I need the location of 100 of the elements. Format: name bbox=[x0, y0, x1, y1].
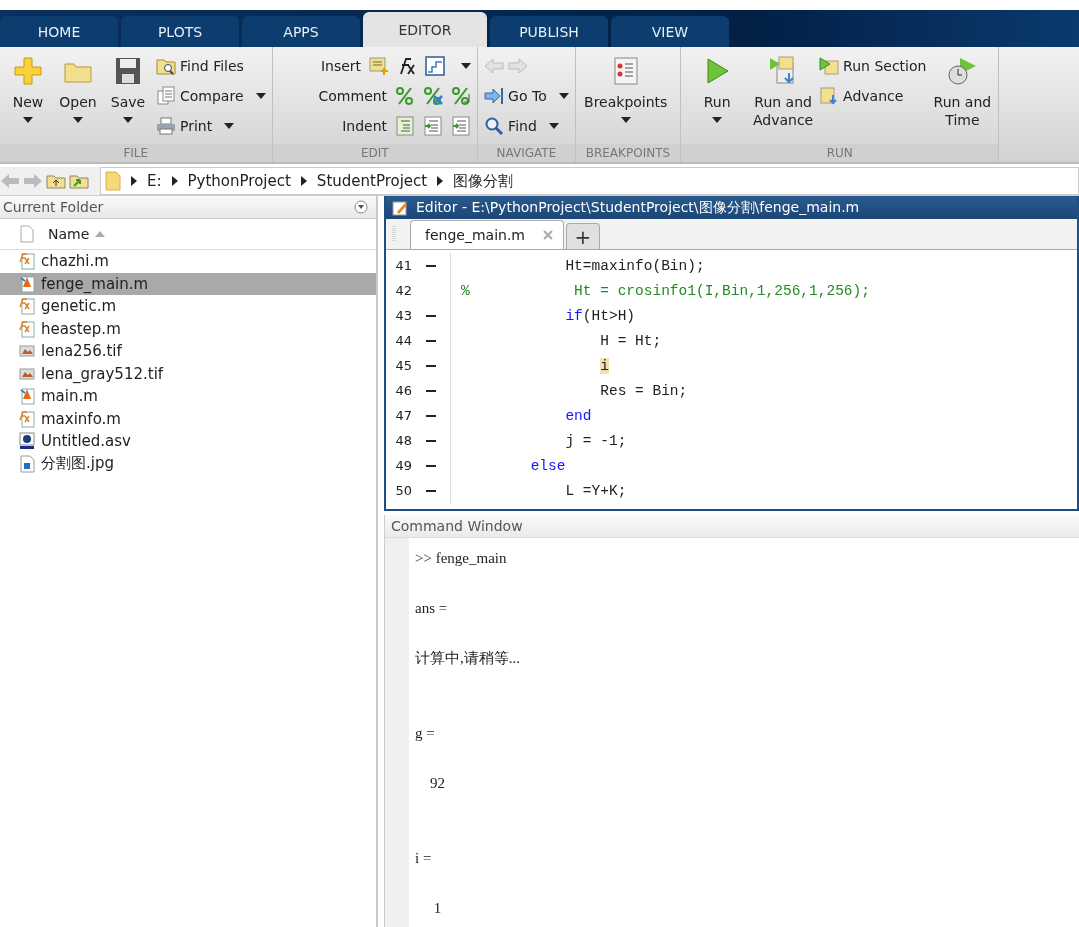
ribbon-button[interactable]: Print bbox=[156, 113, 266, 139]
ribbon-button[interactable]: Breakpoints bbox=[581, 51, 670, 123]
file-item[interactable]: fenge_main.m bbox=[0, 272, 376, 295]
chevron-icon bbox=[171, 176, 178, 186]
editor-title: Editor - E:\PythonProject\StudentProject\图像分割\fenge_main.m bbox=[416, 198, 860, 217]
panel-title: Command Window bbox=[385, 515, 1079, 538]
panel-menu-icon[interactable] bbox=[354, 200, 368, 214]
line-number: 48 bbox=[394, 433, 412, 448]
panel-title: Current Folder bbox=[3, 199, 104, 215]
printer-icon bbox=[156, 116, 176, 136]
ribbon-tab[interactable]: HOME bbox=[0, 16, 118, 47]
percent-icon[interactable] bbox=[395, 86, 416, 106]
arrow-to-bar-icon bbox=[484, 86, 505, 106]
command-line: >> fenge_main bbox=[415, 550, 507, 566]
percent-wrap-icon[interactable] bbox=[451, 86, 472, 106]
line-number: 45 bbox=[394, 358, 412, 373]
line-number: 43 bbox=[394, 308, 412, 323]
file-item[interactable]: 分割图.jpg bbox=[0, 452, 376, 475]
folder-icon bbox=[105, 171, 121, 191]
function-icon[interactable] bbox=[397, 56, 418, 76]
command-output: 92 bbox=[429, 775, 445, 791]
ribbon-label: Comment bbox=[318, 88, 388, 104]
address-bar[interactable]: E: PythonProject StudentProject 图像分割 bbox=[100, 167, 1079, 195]
line-number: 47 bbox=[394, 408, 412, 423]
indent-out-icon[interactable] bbox=[451, 116, 472, 136]
column-header[interactable]: Name bbox=[0, 219, 376, 250]
code-line: H = Ht; bbox=[599, 332, 662, 349]
line-number: 41 bbox=[394, 258, 412, 273]
file-item[interactable]: chazhi.m bbox=[0, 250, 376, 273]
file-tab[interactable]: fenge_main.m bbox=[410, 220, 564, 249]
ribbon-button[interactable]: Run and Advance bbox=[753, 51, 814, 129]
folder-browse-icon[interactable] bbox=[69, 173, 89, 189]
indent-icon[interactable] bbox=[395, 116, 416, 136]
forward-arrow-icon[interactable] bbox=[23, 173, 43, 189]
ribbon-button[interactable]: Find Files bbox=[156, 53, 266, 79]
ribbon-button[interactable]: Run Section bbox=[819, 53, 927, 79]
command-output: i = bbox=[415, 850, 432, 866]
ribbon-tab[interactable]: APPS bbox=[242, 16, 360, 47]
command-output: g = bbox=[415, 725, 435, 741]
ribbon-tab[interactable]: EDITOR bbox=[363, 12, 487, 47]
ribbon-tab[interactable]: PLOTS bbox=[121, 16, 239, 47]
script-file-icon bbox=[19, 274, 35, 293]
insert-section-icon[interactable] bbox=[369, 56, 390, 76]
line-number: 46 bbox=[394, 383, 412, 398]
forward-arrow-icon[interactable] bbox=[508, 56, 529, 76]
chevron-icon bbox=[131, 176, 137, 186]
ribbon-button[interactable]: Find bbox=[484, 113, 569, 139]
ribbon-label: Insert bbox=[320, 58, 362, 74]
line-number: 42 bbox=[394, 283, 412, 298]
breadcrumb[interactable]: E: bbox=[147, 172, 162, 190]
fi-icon[interactable] bbox=[425, 56, 446, 76]
ribbon-tab[interactable]: VIEW bbox=[611, 16, 729, 47]
breadcrumb[interactable]: StudentProject bbox=[316, 172, 428, 190]
plus-icon bbox=[12, 55, 44, 87]
ribbon-button[interactable]: Run bbox=[687, 51, 748, 123]
code-line: % Ht = crosinfo1(I,Bin,1,256,1,256); bbox=[461, 282, 870, 299]
percent-x-icon[interactable] bbox=[423, 86, 444, 106]
file-item[interactable]: genetic.m bbox=[0, 295, 376, 318]
command-output: ans = bbox=[415, 600, 448, 616]
command-output: 计算中,请稍等... bbox=[415, 650, 520, 666]
line-number: 44 bbox=[394, 333, 412, 348]
file-item[interactable]: lena_gray512.tif bbox=[0, 362, 376, 385]
document-icon bbox=[20, 225, 34, 243]
file-item[interactable]: heastep.m bbox=[0, 317, 376, 340]
breadcrumb[interactable]: 图像分割 bbox=[453, 171, 514, 191]
chevron-icon bbox=[437, 176, 444, 186]
code-line: j = -1; bbox=[564, 432, 627, 449]
function-file-icon bbox=[19, 297, 35, 316]
file-item[interactable]: maxinfo.m bbox=[0, 407, 376, 430]
close-icon[interactable] bbox=[543, 230, 553, 240]
function-file-icon bbox=[19, 252, 35, 271]
ribbon-tab[interactable]: PUBLISH bbox=[490, 16, 608, 47]
folder-search-icon bbox=[156, 56, 176, 76]
play-section-icon bbox=[819, 56, 840, 76]
ribbon-button[interactable]: Compare bbox=[156, 83, 266, 109]
editor-icon bbox=[392, 199, 408, 216]
file-item[interactable]: lena256.tif bbox=[0, 340, 376, 363]
ribbon-button[interactable]: Run and Time bbox=[932, 51, 993, 129]
code-line: end bbox=[564, 407, 592, 424]
ribbon-button[interactable]: Advance bbox=[819, 83, 927, 109]
function-file-icon bbox=[19, 319, 35, 338]
ribbon-button[interactable]: Save bbox=[106, 51, 150, 123]
new-tab-button[interactable]: + bbox=[566, 223, 600, 249]
folder-up-icon[interactable] bbox=[46, 173, 66, 189]
line-number: 49 bbox=[394, 458, 412, 473]
file-item[interactable]: Untitled.asv bbox=[0, 430, 376, 453]
autosave-file-icon bbox=[19, 432, 35, 451]
back-arrow-icon[interactable] bbox=[0, 173, 20, 189]
line-number: 50 bbox=[394, 483, 412, 498]
ribbon-button[interactable]: New bbox=[6, 51, 50, 123]
caret-icon[interactable] bbox=[461, 63, 472, 69]
indent-in-icon[interactable] bbox=[423, 116, 444, 136]
document-down-icon bbox=[819, 86, 840, 106]
ribbon-button[interactable]: Go To bbox=[484, 83, 569, 109]
code-line: else bbox=[529, 457, 566, 474]
sort-ascending-icon bbox=[95, 231, 106, 237]
file-item[interactable]: main.m bbox=[0, 385, 376, 408]
ribbon-button[interactable]: Open bbox=[56, 51, 100, 123]
function-file-icon bbox=[19, 409, 35, 428]
breadcrumb[interactable]: PythonProject bbox=[187, 172, 291, 190]
